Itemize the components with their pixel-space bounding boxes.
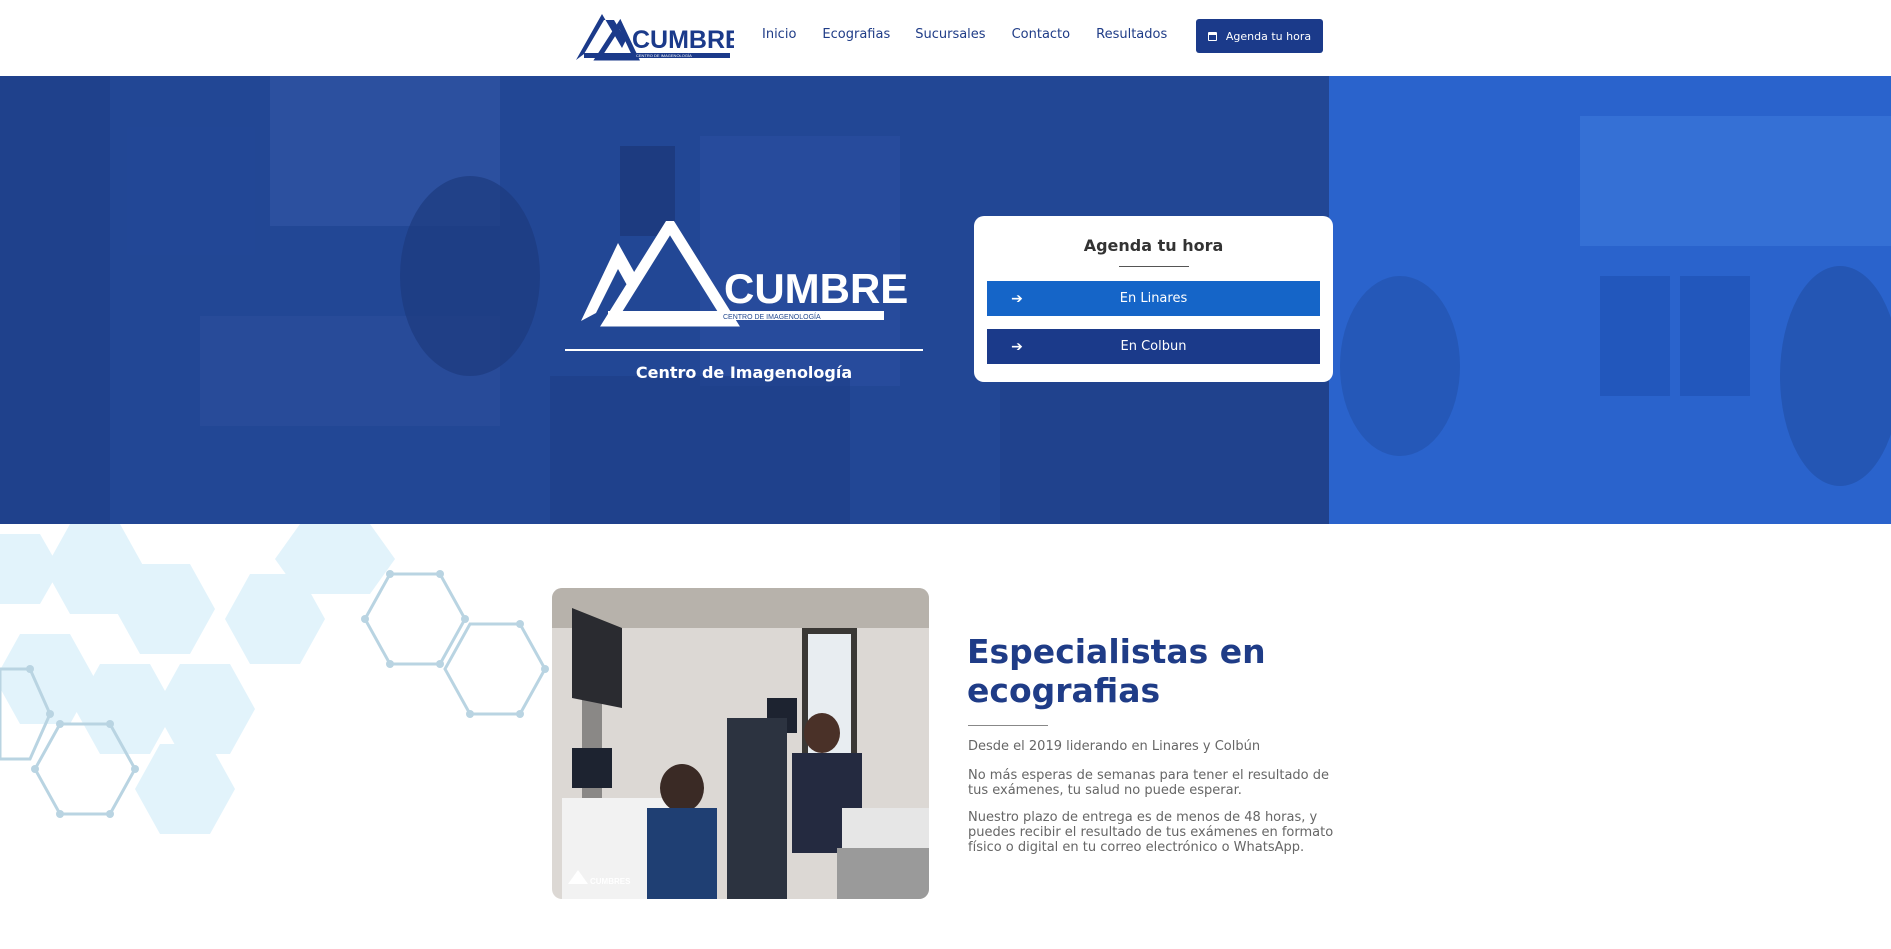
book-colbun-button[interactable]: ➔ En Colbun: [987, 329, 1320, 364]
hero-logo: CUMBRES CENTRO DE IMAGENOLOGÍA: [581, 221, 908, 327]
nav-resultados[interactable]: Resultados: [1096, 27, 1167, 42]
hero-subtitle: Centro de Imagenología: [635, 363, 853, 382]
book-linares-label: En Linares: [1119, 291, 1188, 306]
brand-name: CUMBRES: [632, 26, 734, 54]
section-title-line2: ecografias: [967, 671, 1161, 710]
about-paragraph-1: Desde el 2019 liderando en Linares y Col…: [968, 739, 1261, 754]
nav-ecografias[interactable]: Ecografias: [822, 27, 890, 42]
booking-divider: [1119, 266, 1189, 267]
booking-title: Agenda tu hora: [1083, 236, 1224, 255]
header-agenda-button[interactable]: Agenda tu hora: [1196, 19, 1323, 53]
hero-brand-tagline: CENTRO DE IMAGENOLOGÍA: [723, 312, 821, 321]
book-colbun-label: En Colbun: [1120, 339, 1187, 354]
hexagon-decoration: [0, 524, 549, 834]
hero-overlay-right: [1329, 76, 1891, 524]
photo-watermark: CUMBRES: [590, 877, 631, 886]
brand-logo[interactable]: CUMBRES CENTRO DE IMAGENOLOGÍA: [574, 8, 734, 64]
about-paragraph-2: No más esperas de semanas para tener el …: [968, 768, 1330, 798]
calendar-icon: [1207, 31, 1217, 41]
main-nav: Inicio Ecografias Sucursales Contacto Re…: [762, 27, 1193, 42]
nav-contacto[interactable]: Contacto: [1012, 27, 1071, 42]
hero-brand-name: CUMBRES: [724, 265, 908, 312]
nav-inicio[interactable]: Inicio: [762, 27, 796, 42]
brand-tagline: CENTRO DE IMAGENOLOGÍA: [636, 53, 692, 58]
ecography-room-photo: CUMBRES: [552, 588, 929, 899]
hero-section: CUMBRES CENTRO DE IMAGENOLOGÍA Centro de…: [0, 76, 1891, 524]
hero-divider: [565, 349, 923, 351]
arrow-right-icon: ➔: [1011, 338, 1023, 355]
section-divider: [968, 725, 1048, 726]
about-paragraph-3: Nuestro plazo de entrega es de menos de …: [968, 810, 1334, 855]
site-header: CUMBRES CENTRO DE IMAGENOLOGÍA Inicio Ec…: [0, 0, 1891, 76]
section-title-line1: Especialistas en: [967, 632, 1266, 671]
section-title: Especialistas en ecografias: [967, 632, 1347, 710]
book-linares-button[interactable]: ➔ En Linares: [987, 281, 1320, 316]
nav-sucursales[interactable]: Sucursales: [915, 27, 985, 42]
booking-card: Agenda tu hora ➔ En Linares ➔ En Colbun: [974, 216, 1333, 382]
arrow-right-icon: ➔: [1011, 290, 1023, 307]
header-agenda-label: Agenda tu hora: [1225, 29, 1312, 43]
